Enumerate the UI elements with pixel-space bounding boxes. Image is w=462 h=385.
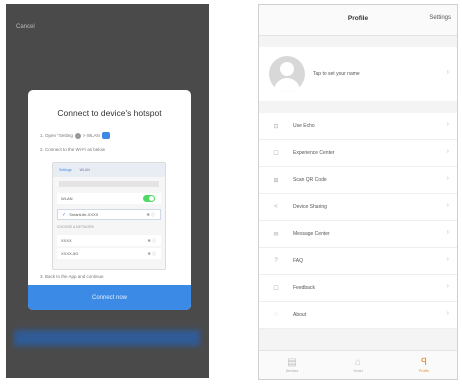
settings-link[interactable]: Settings: [429, 15, 451, 21]
wifi-icon: [101, 132, 110, 139]
chevron-right-icon: ›: [446, 256, 449, 263]
hotspot-screen: Cancel Connect to device's hotspot 1. Op…: [6, 4, 209, 378]
qr-code-icon: ⊞: [273, 177, 279, 184]
other-network-2: XXXX-5G: [61, 251, 79, 256]
illustration-wlan-row: WLAN: [57, 193, 161, 204]
menu-item-scan-qr[interactable]: ⊞ Scan QR Code ›: [259, 167, 457, 194]
chevron-right-icon: ›: [446, 69, 449, 76]
chevron-right-icon: ›: [446, 310, 449, 317]
tab-label: Profile: [419, 368, 429, 373]
settings-icon: [74, 132, 81, 139]
wifi-info-icon: ✱ ⓘ: [147, 250, 156, 256]
info-icon: ◌: [274, 312, 278, 318]
wlan-toggle: [143, 195, 155, 202]
illustration-tab-settings: Settings: [59, 168, 72, 172]
lock-wifi-icon: ✱ ⓘ: [146, 211, 155, 217]
chevron-right-icon: ›: [446, 121, 449, 128]
blurred-bottom-bar: [14, 330, 200, 346]
instructions: 1. Open "Setting > WLAN 2. Connect to th…: [40, 132, 182, 152]
step-3: 3. Back to the App and continue: [40, 274, 104, 279]
step-1-suffix: > WLAN: [82, 133, 100, 138]
network-name: SmartLife-XXXX: [69, 212, 99, 217]
profile-screen: Profile Settings Tap to set your name › …: [258, 4, 458, 380]
help-icon: ?: [274, 258, 278, 264]
message-icon: ✉: [273, 231, 279, 238]
choose-network-label: CHOOSE A NETWORK: [57, 225, 94, 229]
chevron-right-icon: ›: [446, 175, 449, 182]
profile-icon: ꟼ: [420, 356, 428, 368]
menu-item-label: Scan QR Code: [293, 177, 327, 183]
profile-card[interactable]: Tap to set your name ›: [259, 47, 457, 101]
menu-item-label: Feedback: [293, 285, 315, 291]
illustration-tab-wlan: WLAN: [79, 168, 90, 172]
menu-item-label: FAQ: [293, 258, 304, 264]
menu-item-faq[interactable]: ? FAQ ›: [259, 248, 457, 275]
echo-icon: ⊡: [273, 123, 279, 130]
menu-item-feedback[interactable]: ☐ Feedback ›: [259, 275, 457, 302]
tab-devices[interactable]: ▤ Devices: [259, 351, 325, 379]
menu-item-label: Experience Center: [293, 150, 335, 156]
hotspot-dialog: Connect to device's hotspot 1. Open "Set…: [28, 90, 191, 310]
nav-bar: Profile Settings: [259, 5, 457, 36]
chevron-right-icon: ›: [446, 202, 449, 209]
avatar: [269, 56, 305, 92]
illustration-network-row: ✓ SmartLife-XXXX ✱ ⓘ: [57, 209, 161, 220]
menu-item-label: Use Echo: [293, 123, 315, 129]
menu-item-device-sharing[interactable]: < Device Sharing ›: [259, 194, 457, 221]
chevron-right-icon: ›: [446, 283, 449, 290]
feedback-icon: ☐: [273, 285, 279, 292]
checkmark-icon: ✓: [62, 211, 67, 218]
menu-item-label: About: [293, 312, 307, 318]
set-name-prompt: Tap to set your name: [313, 71, 360, 77]
chevron-right-icon: ›: [446, 229, 449, 236]
bottom-tab-bar: ▤ Devices ⌂ Smart ꟼ Profile: [259, 350, 457, 379]
tab-smart[interactable]: ⌂ Smart: [325, 351, 391, 379]
wifi-settings-illustration: Settings WLAN WLAN ✓ SmartLife-XXXX ✱ ⓘ …: [52, 162, 166, 270]
menu-item-message-center[interactable]: ✉ Message Center ›: [259, 221, 457, 248]
menu-item-use-echo[interactable]: ⊡ Use Echo ›: [259, 113, 457, 140]
wifi-info-icon: ✱ ⓘ: [147, 237, 156, 243]
step-1-text: 1. Open "Setting: [40, 133, 73, 138]
illustration-divider: [59, 181, 159, 187]
tab-profile[interactable]: ꟼ Profile: [391, 351, 457, 379]
menu-item-label: Message Center: [293, 231, 330, 237]
devices-icon: ▤: [287, 356, 297, 368]
step-2: 2. Connect to the Wi-Fi as below: [40, 147, 106, 152]
page-title: Profile: [347, 15, 369, 22]
illustration-other-network-1: XXXX ✱ ⓘ: [57, 235, 161, 246]
menu-item-experience-center[interactable]: ☐ Experience Center ›: [259, 140, 457, 167]
menu-item-label: Device Sharing: [293, 204, 327, 210]
illustration-header: Settings WLAN: [53, 163, 165, 177]
experience-icon: ☐: [273, 150, 279, 157]
tab-label: Smart: [353, 368, 363, 373]
tab-label: Devices: [285, 368, 299, 373]
cancel-link[interactable]: Cancel: [16, 24, 35, 30]
share-icon: <: [274, 204, 278, 210]
other-network-1: XXXX: [61, 238, 72, 243]
step-1: 1. Open "Setting > WLAN: [40, 132, 182, 139]
menu-item-about[interactable]: ◌ About ›: [259, 302, 457, 329]
chevron-right-icon: ›: [446, 148, 449, 155]
home-icon: ⌂: [354, 356, 362, 368]
dialog-title: Connect to device's hotspot: [57, 108, 162, 118]
connect-now-button[interactable]: Connect now: [28, 285, 191, 310]
wlan-label: WLAN: [61, 196, 73, 201]
profile-menu: ⊡ Use Echo › ☐ Experience Center › ⊞ Sca…: [259, 113, 457, 329]
illustration-other-network-2: XXXX-5G ✱ ⓘ: [57, 248, 161, 259]
